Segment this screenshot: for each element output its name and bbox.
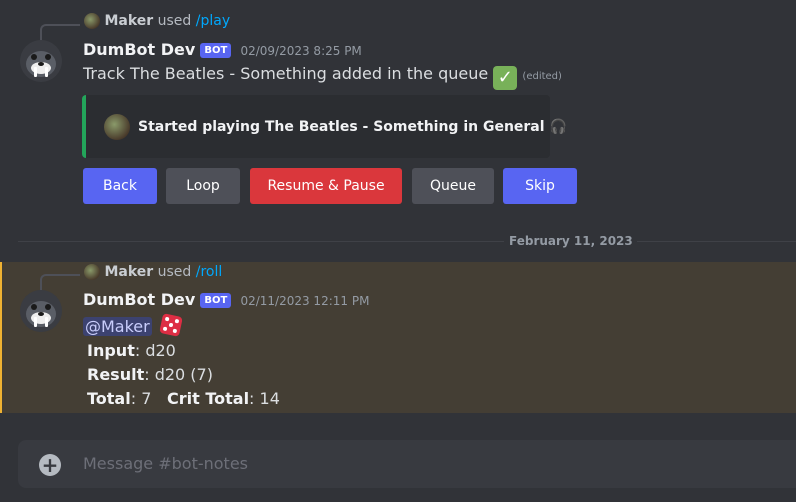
result-field: Result: d20 (7) xyxy=(87,365,213,384)
mention-line: @Maker xyxy=(83,313,183,337)
result-label: Result xyxy=(87,365,145,384)
author-name[interactable]: DumBot Dev xyxy=(83,40,195,59)
result-value: : d20 (7) xyxy=(144,365,213,384)
back-button[interactable]: Back xyxy=(83,168,157,204)
reply-header-2[interactable]: Maker used /roll xyxy=(84,264,222,280)
timestamp-2: 02/11/2023 12:11 PM xyxy=(240,294,370,308)
loop-button[interactable]: Loop xyxy=(166,168,240,204)
embed-author-icon xyxy=(104,114,130,140)
reply-connector xyxy=(40,24,80,42)
message-header: DumBot Dev BOT 02/09/2023 8:25 PM xyxy=(83,40,362,59)
reply-user[interactable]: Maker xyxy=(104,13,153,29)
reply-command[interactable]: /play xyxy=(196,13,230,29)
add-attachment-icon[interactable]: + xyxy=(39,454,61,476)
message-content: Track The Beatles - Something added in t… xyxy=(83,64,562,90)
reply-command-2[interactable]: /roll xyxy=(196,264,223,280)
author-name-2[interactable]: DumBot Dev xyxy=(83,290,195,309)
message-text: Track The Beatles - Something added in t… xyxy=(83,64,489,83)
crit-total-label: Crit Total xyxy=(167,389,250,408)
bot-badge: BOT xyxy=(200,43,232,58)
bot-avatar[interactable] xyxy=(20,40,62,82)
reply-header[interactable]: Maker used /play xyxy=(84,13,230,29)
queue-button[interactable]: Queue xyxy=(412,168,494,204)
crit-total-field: Crit Total: 14 xyxy=(167,389,280,408)
edited-label: (edited) xyxy=(522,71,562,82)
reply-used-text: used xyxy=(157,13,192,29)
embed-title: Started playing The Beatles - Something … xyxy=(138,119,567,135)
message-composer[interactable]: + Message #bot-notes xyxy=(18,440,796,488)
bot-avatar-2[interactable] xyxy=(20,290,62,332)
date-divider: February 11, 2023 xyxy=(505,234,637,248)
headphones-icon: 🎧 xyxy=(549,119,567,135)
maker-avatar-small-2 xyxy=(84,264,100,280)
message-input-placeholder[interactable]: Message #bot-notes xyxy=(83,454,248,473)
now-playing-embed: Started playing The Beatles - Something … xyxy=(82,95,567,158)
message-header-2: DumBot Dev BOT 02/11/2023 12:11 PM xyxy=(83,290,369,309)
total-field: Total: 7 xyxy=(87,389,151,408)
reply-user-2[interactable]: Maker xyxy=(104,264,153,280)
embed-title-text: Started playing The Beatles - Something … xyxy=(138,119,545,135)
dice-icon xyxy=(158,313,183,337)
skip-button[interactable]: Skip xyxy=(503,168,577,204)
input-field: Input: d20 xyxy=(87,341,176,360)
crit-total-value: : 14 xyxy=(249,389,280,408)
total-label: Total xyxy=(87,389,131,408)
total-value: : 7 xyxy=(130,389,152,408)
timestamp: 02/09/2023 8:25 PM xyxy=(240,44,362,58)
bot-badge-2: BOT xyxy=(200,293,232,308)
reply-connector-2 xyxy=(40,274,80,292)
date-divider-line-left xyxy=(18,241,504,242)
reply-used-text-2: used xyxy=(157,264,192,280)
maker-avatar-small xyxy=(84,13,100,29)
input-label: Input xyxy=(87,341,135,360)
input-value: : d20 xyxy=(134,341,176,360)
date-divider-line-right xyxy=(618,241,796,242)
check-mark-icon: ✓ xyxy=(493,66,518,90)
resume-pause-button[interactable]: Resume & Pause xyxy=(250,168,402,204)
user-mention[interactable]: @Maker xyxy=(83,317,152,336)
